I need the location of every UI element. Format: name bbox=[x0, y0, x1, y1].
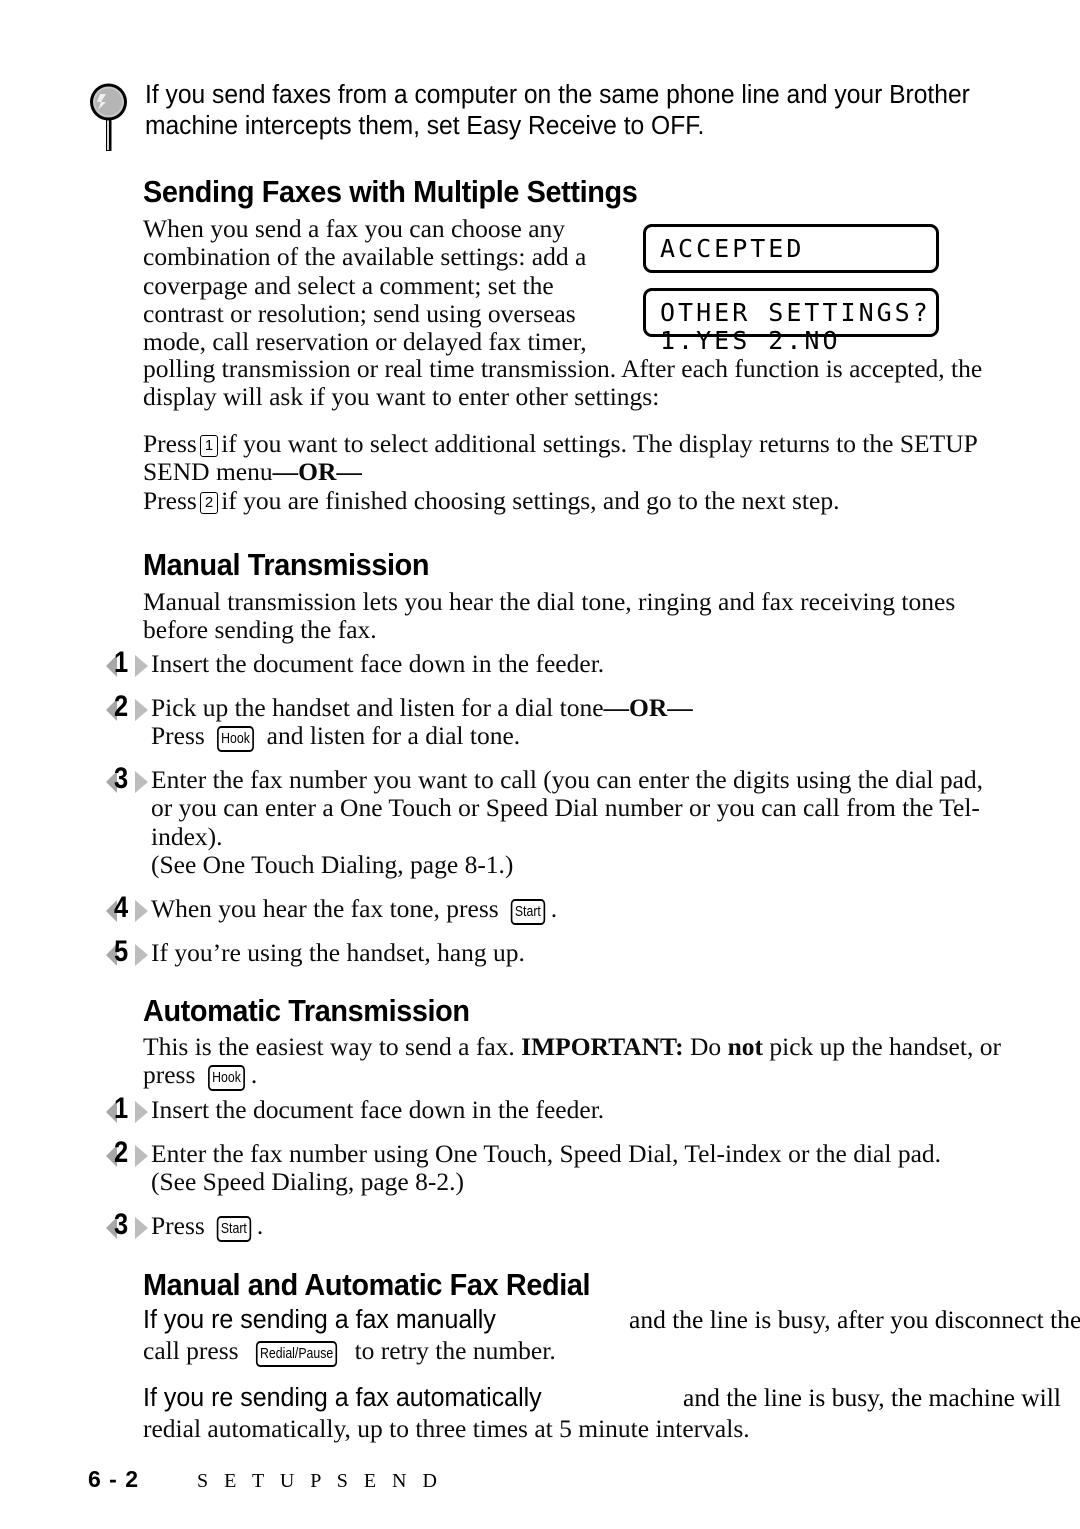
fax-redial-p1-serif: and the line is busy, after you disconne… bbox=[629, 1305, 1080, 1334]
hook-key-icon[interactable]: Hook bbox=[217, 726, 255, 753]
heading-automatic-transmission: Automatic Transmission bbox=[143, 993, 470, 1028]
magnifier-icon bbox=[90, 83, 127, 151]
note-text: If you send faxes from a computer on the… bbox=[145, 80, 1014, 142]
heading-sending-faxes-multiple-settings: Sending Faxes with Multiple Settings bbox=[143, 174, 638, 209]
fax-redial-p2-line2: redial automatically, up to three times … bbox=[143, 1414, 750, 1443]
note-line-2: machine intercepts them, set Easy Receiv… bbox=[145, 112, 705, 140]
step-manual-1-body: Insert the document face down in the fee… bbox=[151, 649, 605, 678]
step-manual-5-body: If you’re using the handset, hang up. bbox=[151, 938, 525, 967]
fax-redial-p2-sans: If you re sending a fax automatically bbox=[143, 1384, 542, 1412]
emphasis-text: IMPORTANT: bbox=[521, 1032, 684, 1061]
step-number-marker-3: 3 bbox=[106, 1208, 156, 1245]
heading-manual-transmission: Manual Transmission bbox=[143, 547, 430, 582]
intro-paragraph-wide: polling transmission or real time transm… bbox=[143, 354, 983, 412]
lcd-other-settings-display: OTHER SETTINGS? 1.YES 2.NO bbox=[643, 288, 939, 355]
start-key-icon[interactable]: Start bbox=[510, 899, 545, 925]
redial-pause-key-icon[interactable]: Redial/Pause bbox=[255, 1341, 338, 1367]
lcd-accepted-line-1: ACCEPTED bbox=[660, 234, 805, 263]
step-number-digit: 1 bbox=[114, 1092, 129, 1125]
step-number-digit: 3 bbox=[114, 762, 129, 795]
page-footer: 6 - 2 S E T U P S E N D bbox=[88, 1466, 988, 1493]
lcd-other-settings-line-2: 1.YES 2.NO bbox=[660, 326, 841, 355]
step-manual-2-body: Pick up the handset and listen for a dia… bbox=[151, 693, 693, 753]
footer-page-number: 6 - 2 bbox=[88, 1466, 140, 1492]
step-number-marker-3: 3 bbox=[106, 762, 156, 799]
hook-key-icon[interactable]: Hook bbox=[207, 1065, 245, 1092]
lcd-accepted-display: ACCEPTED bbox=[643, 224, 939, 273]
step-auto-1-body: Insert the document face down in the fee… bbox=[151, 1095, 605, 1124]
press-1-prefix: Press bbox=[143, 429, 197, 458]
step-number-digit: 2 bbox=[114, 1136, 129, 1169]
footer-section-label: S E T U P S E N D bbox=[197, 1470, 443, 1492]
fax-redial-p2-line1: If you re sending a fax automatically an… bbox=[143, 1383, 1061, 1413]
step-number-marker-1: 1 bbox=[106, 646, 156, 683]
step-manual-4-body: When you hear the fax tone, press Start. bbox=[151, 894, 558, 925]
step-auto-3-body: Press Start. bbox=[151, 1211, 264, 1242]
step-auto-2-body: Enter the fax number using One Touch, Sp… bbox=[151, 1139, 942, 1197]
step-number-digit: 3 bbox=[114, 1208, 129, 1241]
step-number-marker-5: 5 bbox=[106, 935, 156, 972]
manual-transmission-intro: Manual transmission lets you hear the di… bbox=[143, 587, 956, 645]
heading-fax-redial: Manual and Automatic Fax Redial bbox=[143, 1267, 591, 1302]
emphasis-text: —OR— bbox=[603, 693, 693, 722]
fax-redial-p1-line2: call press Redial/Pause to retry the num… bbox=[143, 1336, 1033, 1367]
step-number-digit: 4 bbox=[114, 891, 129, 924]
key-1-icon[interactable]: 1 bbox=[199, 435, 219, 457]
intro-paragraph-narrow: When you send a fax you can choose any c… bbox=[143, 214, 587, 357]
press-2-suffix: if you are finished choosing settings, a… bbox=[221, 485, 840, 515]
key-2-icon[interactable]: 2 bbox=[199, 491, 219, 514]
fax-redial-p1-line1: If you re sending a fax manually and the… bbox=[143, 1305, 1080, 1335]
step-number-digit: 5 bbox=[114, 935, 129, 968]
fax-redial-paragraph-1: If you re sending a fax manually and the… bbox=[143, 1305, 1080, 1367]
step-number-digit: 1 bbox=[114, 646, 129, 679]
automatic-transmission-intro: This is the easiest way to send a fax. I… bbox=[143, 1032, 1001, 1092]
fax-redial-p1-line2-pre: call press bbox=[143, 1336, 245, 1365]
step-number-marker-2: 2 bbox=[106, 690, 156, 727]
step-number-digit: 2 bbox=[114, 690, 129, 723]
note-line-1: If you send faxes from a computer on the… bbox=[145, 81, 970, 109]
step-number-marker-2: 2 bbox=[106, 1136, 156, 1173]
step-manual-3-body: Enter the fax number you want to call (y… bbox=[151, 765, 984, 879]
emphasis-text: not bbox=[727, 1032, 763, 1061]
fax-redial-p1-sans: If you re sending a fax manually bbox=[143, 1306, 496, 1334]
step-number-marker-4: 4 bbox=[106, 891, 156, 928]
fax-redial-p1-line2-post: to retry the number. bbox=[348, 1336, 556, 1365]
press-1-suffix: if you want to select additional setting… bbox=[143, 429, 977, 487]
step-number-marker-1: 1 bbox=[106, 1092, 156, 1129]
start-key-icon[interactable]: Start bbox=[216, 1216, 252, 1242]
press-2-prefix: Press bbox=[143, 485, 197, 515]
press-instructions-block: Press 1 if you want to select additional s… bbox=[143, 429, 1033, 515]
lcd-other-settings-line-1: OTHER SETTINGS? bbox=[660, 298, 931, 327]
fax-redial-paragraph-2: If you re sending a fax automatically an… bbox=[143, 1383, 1061, 1443]
or-label-1: —OR— bbox=[272, 457, 362, 487]
fax-redial-p2-serif: and the line is busy, the machine will bbox=[683, 1383, 1061, 1412]
manual-page: If you send faxes from a computer on the… bbox=[0, 0, 1080, 1529]
